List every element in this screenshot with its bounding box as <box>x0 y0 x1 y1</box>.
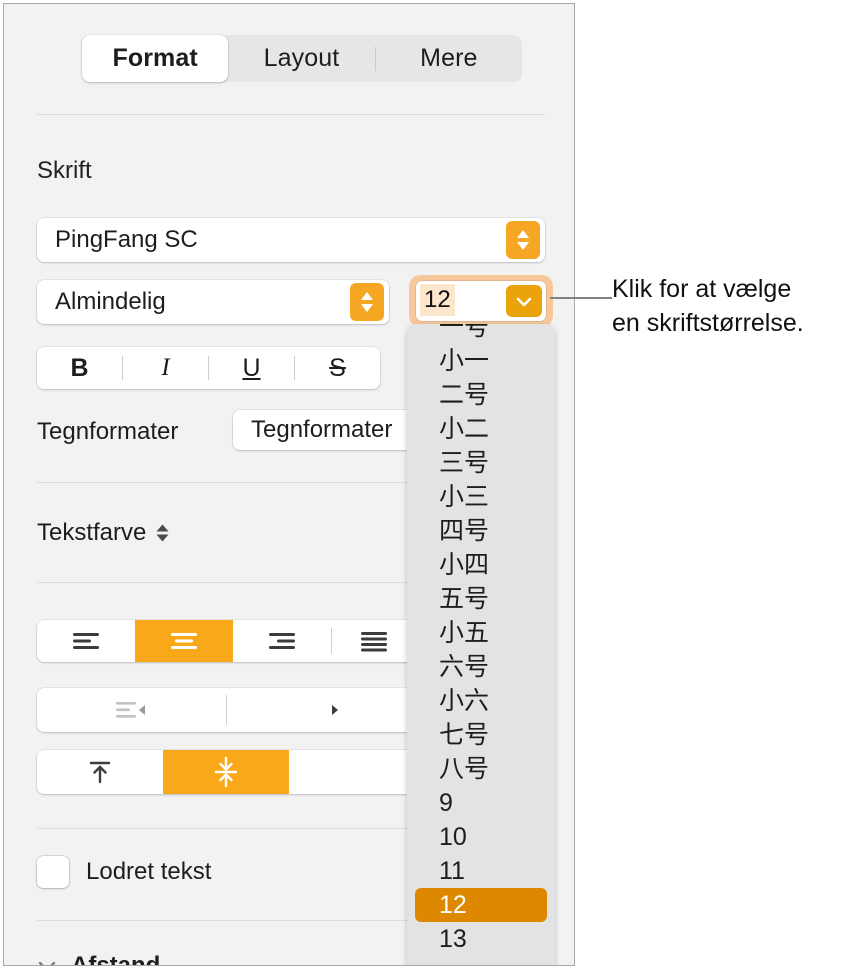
chevron-down-icon[interactable] <box>506 285 542 317</box>
format-inspector-panel: Format Layout Mere Skrift PingFang SC Al… <box>3 3 575 966</box>
font-size-menu-item[interactable]: 二号 <box>415 378 547 412</box>
font-size-menu-item[interactable]: 五号 <box>415 582 547 616</box>
font-size-menu-item[interactable]: 13 <box>415 922 547 956</box>
callout-line-1: Klik for at vælge <box>612 275 792 303</box>
callout-leader-line <box>550 297 612 299</box>
font-family-value: PingFang SC <box>55 226 198 253</box>
stepper-updown-icon[interactable] <box>506 221 540 259</box>
tab-format[interactable]: Format <box>82 35 229 82</box>
font-size-menu-item[interactable]: 七号 <box>415 718 547 752</box>
font-style-value: Almindelig <box>55 288 166 315</box>
callout-line-2: en skriftstørrelse. <box>612 309 804 337</box>
align-bottom-button[interactable] <box>289 750 415 794</box>
tab-mere[interactable]: Mere <box>376 35 522 82</box>
align-middle-button[interactable] <box>163 750 289 794</box>
character-styles-value: Tegnformater <box>251 416 393 443</box>
align-left-button[interactable] <box>37 620 135 662</box>
horizontal-alignment-segmented-control <box>37 620 415 662</box>
font-size-combobox-focus-ring: 12 <box>409 275 553 327</box>
font-size-input[interactable]: 12 <box>420 284 455 316</box>
font-style-popup[interactable]: Almindelig <box>37 280 389 324</box>
underline-label: U <box>242 353 261 382</box>
font-size-menu-item[interactable]: 八号 <box>415 752 547 786</box>
underline-button[interactable]: U <box>209 347 294 389</box>
font-size-menu-item[interactable]: 小五 <box>415 616 547 650</box>
font-size-menu-item[interactable]: 9 <box>415 786 547 820</box>
tab-format-label: Format <box>112 44 198 72</box>
font-size-menu-item[interactable]: 四号 <box>415 514 547 548</box>
typeface-style-segmented-control: B I U S <box>37 347 380 389</box>
character-styles-label: Tegnformater <box>37 418 179 445</box>
font-size-menu-item[interactable]: 三号 <box>415 446 547 480</box>
chevron-down-icon[interactable] <box>37 952 57 965</box>
text-color-label: Tekstfarve <box>37 519 147 546</box>
font-size-combobox[interactable]: 12 <box>416 281 546 321</box>
tab-layout[interactable]: Layout <box>228 35 374 82</box>
font-size-menu-item[interactable]: 11 <box>415 854 547 888</box>
spacing-section-label: Afstand <box>71 952 161 966</box>
inspector-tabbar: Format Layout Mere <box>82 35 522 82</box>
callout-text: Klik for at vælge en skriftstørrelse. <box>612 272 852 340</box>
align-justify-button[interactable] <box>332 620 415 662</box>
indent-segmented-control <box>37 688 415 732</box>
bold-button[interactable]: B <box>37 347 122 389</box>
font-family-popup[interactable]: PingFang SC <box>37 218 545 262</box>
stepper-updown-icon[interactable] <box>350 283 384 321</box>
font-size-menu-item[interactable]: 10 <box>415 820 547 854</box>
font-size-menu-item[interactable]: 小一 <box>415 344 547 378</box>
increase-indent-button[interactable] <box>227 688 416 732</box>
tab-layout-label: Layout <box>263 44 340 72</box>
vertical-text-row[interactable]: Lodret tekst <box>37 856 211 888</box>
font-size-menu-item[interactable]: 小四 <box>415 548 547 582</box>
font-size-menu-item[interactable]: 小二 <box>415 412 547 446</box>
font-size-menu-item[interactable]: 一号 <box>415 324 547 344</box>
strikethrough-button[interactable]: S <box>295 347 380 389</box>
italic-label: I <box>161 354 170 381</box>
stepper-updown-icon[interactable] <box>155 524 170 542</box>
font-size-menu-item[interactable]: 六号 <box>415 650 547 684</box>
text-color-control[interactable]: Tekstfarve <box>37 519 170 547</box>
vertical-text-checkbox[interactable] <box>37 856 69 888</box>
font-size-dropdown-menu[interactable]: 一号 小一 二号 小二 三号 小三 四号 小四 五号 小五 六号 小六 七号 八号 9 10 11 12 13 <box>407 324 555 965</box>
vertical-text-label: Lodret tekst <box>86 858 212 885</box>
tab-mere-label: Mere <box>420 44 478 72</box>
strikethrough-label: S <box>329 353 346 382</box>
spacing-section-header[interactable]: Afstand <box>37 952 161 966</box>
font-section-title: Skrift <box>37 157 92 184</box>
decrease-indent-button[interactable] <box>37 688 226 732</box>
align-right-button[interactable] <box>233 620 331 662</box>
italic-button[interactable]: I <box>123 347 208 389</box>
font-size-menu-item[interactable]: 12 <box>415 888 547 922</box>
align-center-button[interactable] <box>135 620 233 662</box>
font-size-menu-item[interactable]: 小三 <box>415 480 547 514</box>
vertical-alignment-segmented-control <box>37 750 415 794</box>
align-top-button[interactable] <box>37 750 163 794</box>
font-size-menu-item[interactable]: 小六 <box>415 684 547 718</box>
divider-below-tabs <box>37 114 545 115</box>
bold-label: B <box>70 353 89 382</box>
font-size-menu-list: 一号 小一 二号 小二 三号 小三 四号 小四 五号 小五 六号 小六 七号 八号 9 10 11 12 13 <box>407 324 555 956</box>
